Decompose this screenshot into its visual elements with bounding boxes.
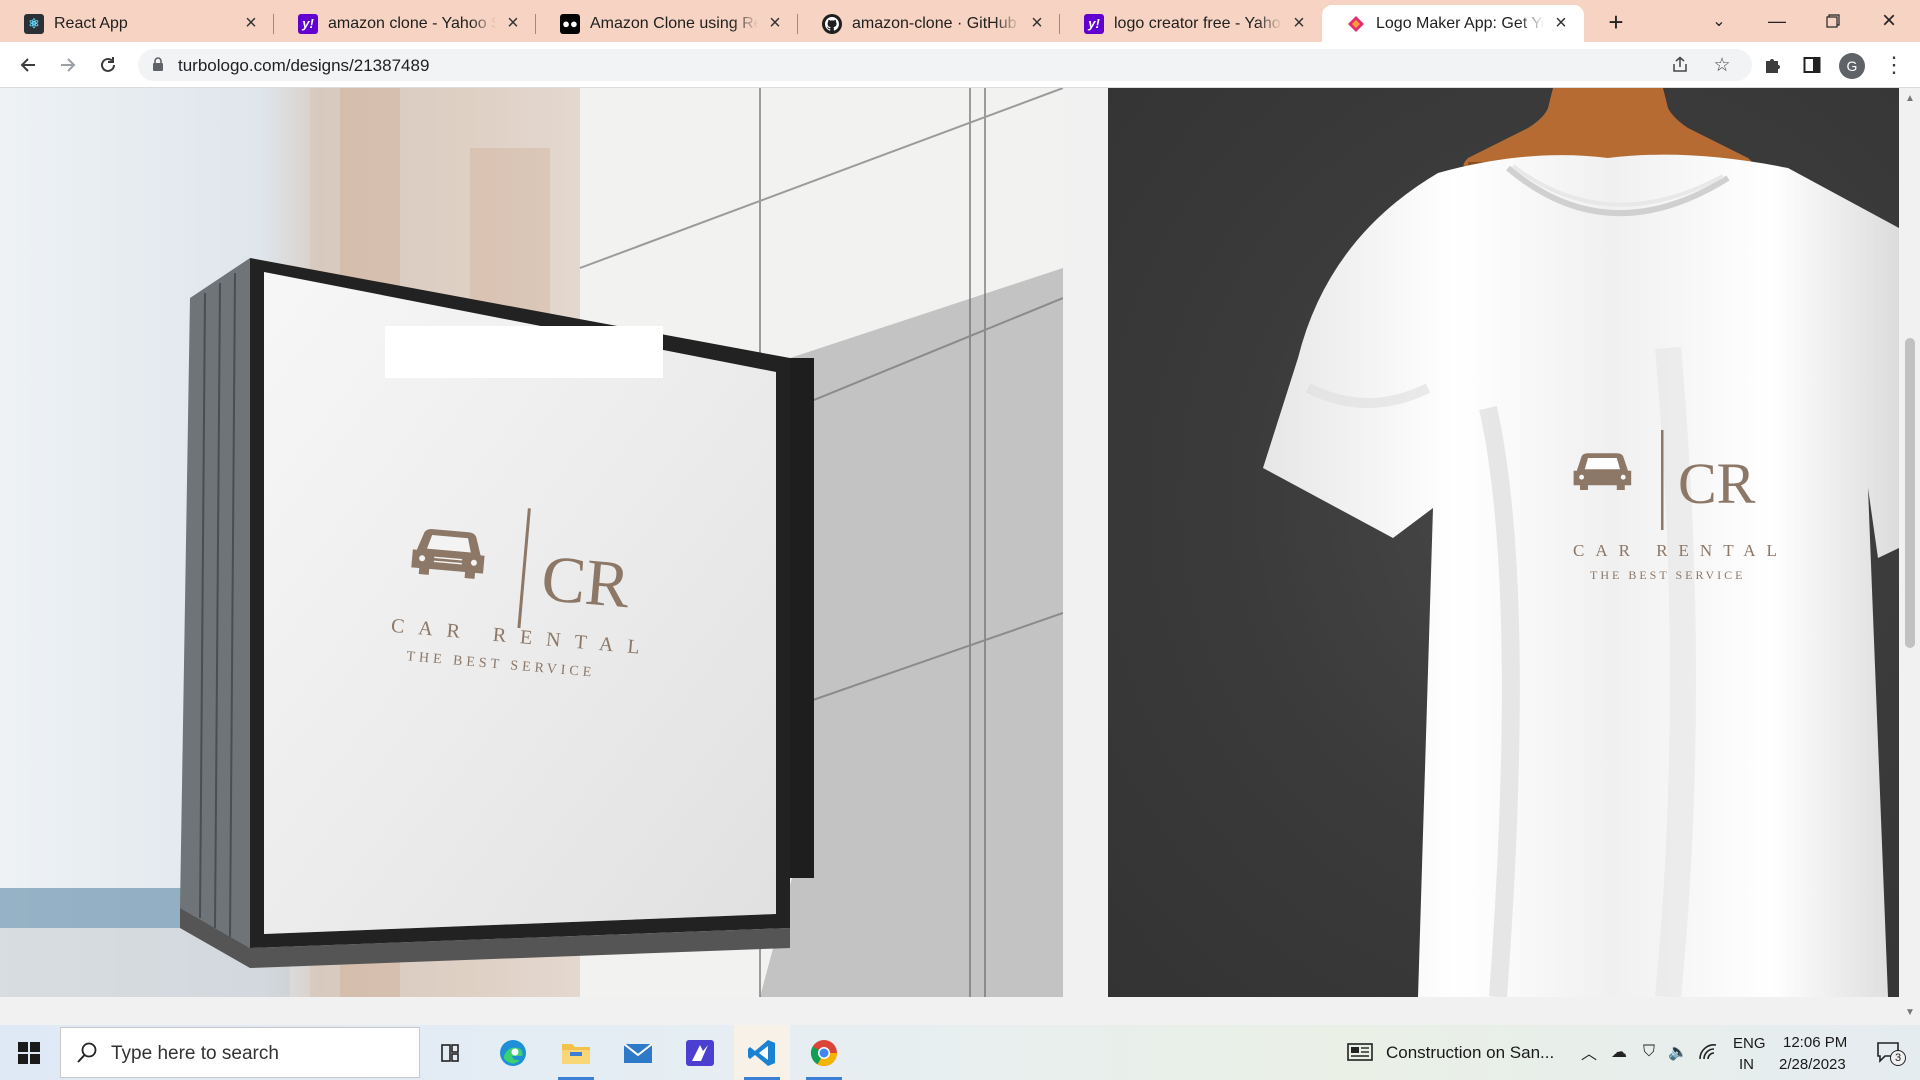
security-shield-icon[interactable]: ⛉ <box>1638 1041 1660 1063</box>
shirt-company-name: CAR RENTAL <box>1573 541 1778 560</box>
scroll-up-arrow-icon[interactable]: ▲ <box>1904 94 1916 104</box>
clock-time[interactable]: 12:06 PM <box>1783 1034 1847 1051</box>
show-hidden-icons-chevron-icon[interactable]: ︿ <box>1578 1041 1600 1063</box>
address-bar[interactable]: turbologo.com/designs/21387489 ☆ <box>138 49 1752 81</box>
taskbar-chrome[interactable] <box>796 1025 852 1080</box>
news-widget-icon[interactable] <box>1346 1041 1374 1063</box>
tab-logo-maker-active[interactable]: Logo Maker App: Get Your Logo × <box>1322 5 1584 42</box>
mail-icon <box>623 1042 653 1063</box>
yahoo-icon: y! <box>1084 13 1104 34</box>
close-icon[interactable]: × <box>1550 12 1572 35</box>
car-icon <box>411 529 485 579</box>
shirt-logo: CR CAR RENTAL THE BEST SERVICE <box>1573 430 1778 582</box>
search-placeholder: Type here to search <box>111 1043 279 1064</box>
taskbar-file-explorer[interactable] <box>548 1025 604 1080</box>
vscode-icon <box>748 1039 775 1066</box>
scrollbar-thumb[interactable] <box>1905 338 1915 648</box>
tab-search-chevron-icon[interactable]: ⌄ <box>1692 0 1746 42</box>
shirt-monogram: CR <box>1678 451 1756 516</box>
lock-icon <box>153 57 163 71</box>
window-close-icon[interactable]: × <box>1862 0 1916 42</box>
tab-yahoo-amazon-clone[interactable]: y! amazon clone - Yahoo Search Results × <box>274 5 536 42</box>
cloud-icon[interactable]: ☁ <box>1608 1041 1630 1063</box>
scroll-down-arrow-icon[interactable]: ▼ <box>1904 1008 1916 1018</box>
restore-icon[interactable] <box>1806 0 1860 42</box>
close-icon[interactable]: × <box>502 12 524 35</box>
tab-github-topics[interactable]: amazon-clone · GitHub Topics × <box>798 5 1060 42</box>
sign-monogram: CR <box>539 542 633 622</box>
news-headline[interactable]: Construction on San... <box>1386 1043 1554 1063</box>
tab-strip: ⚛ React App × y! amazon clone - Yahoo Se… <box>0 0 1920 42</box>
edge-icon <box>500 1039 526 1066</box>
close-icon[interactable]: × <box>764 12 786 35</box>
clock-date[interactable]: 2/28/2023 <box>1779 1056 1846 1073</box>
browser-toolbar: turbologo.com/designs/21387489 ☆ ⋮ <box>0 42 1920 88</box>
task-view-button[interactable] <box>422 1025 478 1080</box>
sign-logo: CR CAR RENTAL THE BEST SERVICE <box>390 508 654 681</box>
tab-yahoo-logo-creator[interactable]: y! logo creator free - Yahoo Search Resu… <box>1060 5 1322 42</box>
turbologo-icon <box>1346 14 1366 34</box>
taskbar-edge[interactable] <box>485 1025 541 1080</box>
signboard-mockup-image: CR CAR RENTAL THE BEST SERVICE <box>0 88 1063 997</box>
chrome-icon <box>810 1039 838 1066</box>
page-content: CR CAR RENTAL THE BEST SERVICE CR CAR RE… <box>0 88 1920 1025</box>
taskbar-search-box[interactable]: Type here to search <box>60 1027 420 1078</box>
tab-title: Logo Maker App: Get Your Logo <box>1376 14 1544 32</box>
taskbar-mail[interactable] <box>610 1025 666 1080</box>
react-icon: ⚛ <box>24 13 44 34</box>
minimize-icon[interactable]: — <box>1750 0 1804 42</box>
tshirt-mockup-image: CR CAR RENTAL THE BEST SERVICE <box>1108 88 1899 997</box>
car-icon <box>1573 453 1632 490</box>
more-menu-icon[interactable]: ⋮ <box>1878 49 1910 81</box>
volume-icon[interactable]: 🔈 <box>1667 1041 1689 1063</box>
close-icon[interactable]: × <box>240 12 262 35</box>
tab-title: amazon-clone · GitHub Topics <box>852 14 1020 32</box>
tab-title: logo creator free - Yahoo Search Results <box>1114 14 1282 32</box>
windows-logo-icon <box>18 1041 40 1064</box>
back-arrow-icon[interactable] <box>12 49 44 81</box>
yahoo-icon: y! <box>298 13 318 34</box>
tab-title: amazon clone - Yahoo Search Results <box>328 14 496 32</box>
shirt-tagline: THE BEST SERVICE <box>1590 568 1746 582</box>
close-icon[interactable]: × <box>1026 12 1048 35</box>
region-code[interactable]: IN <box>1739 1056 1754 1073</box>
share-icon[interactable] <box>1668 53 1692 77</box>
profile-avatar[interactable]: G <box>1839 53 1865 79</box>
task-view-icon <box>441 1043 459 1062</box>
language-code[interactable]: ENG <box>1733 1035 1766 1052</box>
start-button[interactable] <box>0 1025 58 1080</box>
extensions-puzzle-icon[interactable] <box>1757 49 1789 81</box>
tab-title: React App <box>54 14 128 32</box>
folder-icon <box>562 1043 590 1064</box>
tab-medium-amazon-clone[interactable]: ●● Amazon Clone using ReactJS × <box>536 5 798 42</box>
wifi-icon[interactable] <box>1697 1041 1719 1063</box>
tab-title: Amazon Clone using ReactJS <box>590 14 758 32</box>
github-icon <box>822 13 842 34</box>
tab-react-app[interactable]: ⚛ React App × <box>0 5 274 42</box>
close-icon[interactable]: × <box>1288 12 1310 35</box>
page-scrollbar[interactable]: ▲ ▼ <box>1900 88 1920 1025</box>
reload-icon[interactable] <box>92 49 124 81</box>
taskbar-power-automate[interactable] <box>672 1025 728 1080</box>
search-icon <box>77 1042 97 1063</box>
medium-icon: ●● <box>560 13 580 34</box>
notification-count-badge: 3 <box>1890 1050 1906 1066</box>
new-tab-button[interactable]: + <box>1600 6 1632 38</box>
forward-arrow-icon[interactable] <box>52 49 84 81</box>
windows-taskbar: Type here to search Construction on San.… <box>0 1025 1920 1080</box>
side-panel-icon[interactable] <box>1796 49 1828 81</box>
taskbar-vscode[interactable] <box>734 1025 790 1080</box>
power-automate-icon <box>686 1039 714 1066</box>
url-text[interactable]: turbologo.com/designs/21387489 <box>178 56 429 76</box>
notification-center-icon[interactable]: 3 <box>1870 1041 1906 1066</box>
bookmark-star-icon[interactable]: ☆ <box>1710 53 1734 77</box>
